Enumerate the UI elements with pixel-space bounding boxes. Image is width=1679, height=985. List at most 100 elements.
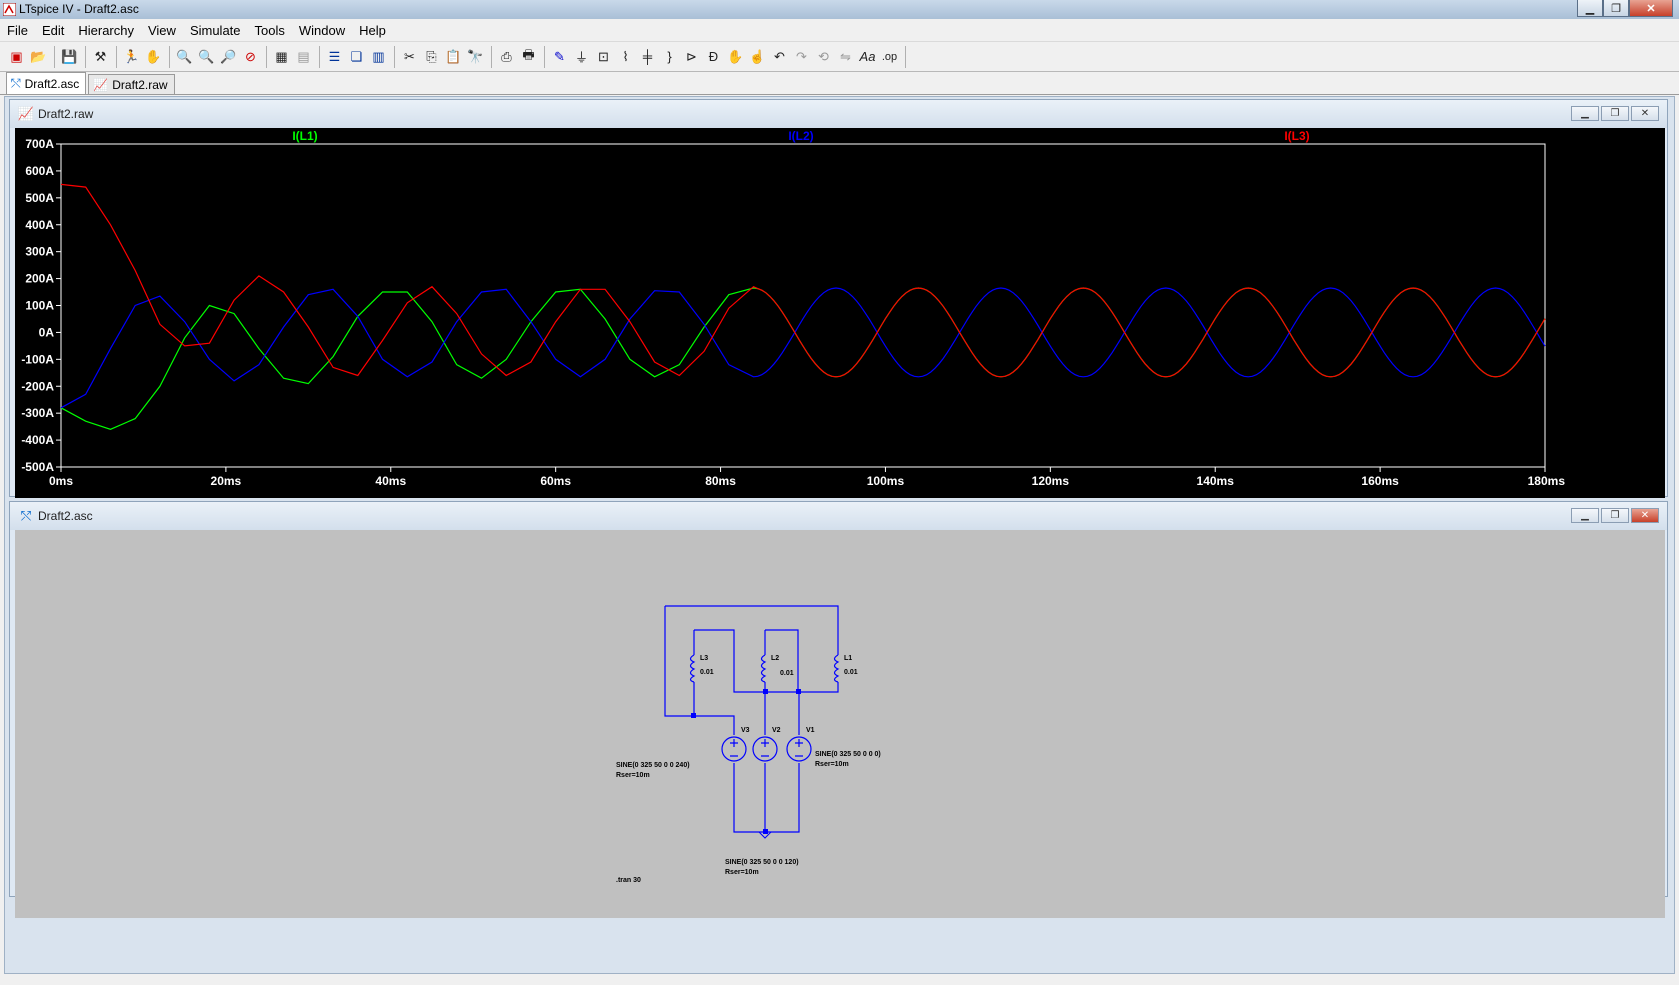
zoom-in-icon[interactable]: 🔍	[174, 46, 195, 67]
print-setup-icon[interactable]: ⎙	[496, 46, 517, 67]
cascade-icon[interactable]: ❏	[346, 46, 367, 67]
wire-icon[interactable]: ✎	[549, 46, 570, 67]
wires[interactable]	[664, 605, 839, 833]
inductor-l2[interactable]	[760, 654, 767, 683]
junction-dot	[763, 689, 768, 694]
mirror-icon[interactable]: ⇋	[835, 46, 856, 67]
tab-schematic[interactable]: ⤲ Draft2.asc	[6, 72, 87, 94]
schematic-window-title: Draft2.asc	[38, 509, 93, 523]
l1-ref: L1	[844, 655, 852, 662]
l3-value: 0.01	[700, 669, 714, 676]
tile-vertical-icon[interactable]: ▥	[368, 46, 389, 67]
open-icon[interactable]: 📂	[28, 46, 49, 67]
minimize-button[interactable]: ▁	[1577, 0, 1603, 17]
y-tick-label: 600A	[25, 164, 54, 178]
wire[interactable]	[694, 629, 799, 693]
toolbar: ▣ 📂 💾 ⚒ 🏃 ✋ 🔍 🔍 🔎 ⊘ ▦ ▤ ☰ ❏ ▥ ✂ ⎘ 📋 🔭 ⎙ …	[0, 42, 1679, 72]
l2-ref: L2	[771, 655, 779, 662]
menu-tools[interactable]: Tools	[248, 23, 292, 38]
new-schematic-icon[interactable]: ▣	[6, 46, 27, 67]
menu-file[interactable]: File	[0, 23, 35, 38]
print-icon[interactable]: 🖶	[518, 46, 539, 67]
zoom-out-icon[interactable]: 🔎	[218, 46, 239, 67]
v3-spec: SINE(0 325 50 0 0 240)	[616, 762, 690, 769]
save-icon[interactable]: 💾	[59, 46, 80, 67]
inductor-icon[interactable]: }	[659, 46, 680, 67]
l3-ref: L3	[700, 655, 708, 662]
capacitor-icon[interactable]: ╪	[637, 46, 658, 67]
legend-il2: I(L2)	[788, 129, 813, 143]
wire[interactable]	[693, 682, 735, 735]
wire[interactable]	[664, 606, 693, 717]
find-icon[interactable]: 🔭	[465, 46, 486, 67]
v2-rser: Rser=10m	[725, 869, 759, 876]
maximize-button[interactable]: ❐	[1603, 0, 1629, 17]
waveform-minimize-button[interactable]: ▁	[1571, 106, 1599, 121]
junction-dot	[763, 829, 768, 834]
x-tick-label: 140ms	[1197, 474, 1235, 488]
schematic-minimize-button[interactable]: ▁	[1571, 508, 1599, 523]
resistor-icon[interactable]: ⌇	[615, 46, 636, 67]
x-tick-label: 0ms	[49, 474, 73, 488]
tab-waveform[interactable]: 📈 Draft2.raw	[88, 74, 175, 94]
rotate-icon[interactable]: ⟲	[813, 46, 834, 67]
waveform-close-button[interactable]: ✕	[1631, 106, 1659, 121]
delete-waveform-icon[interactable]: ▤	[293, 46, 314, 67]
menu-help[interactable]: Help	[352, 23, 393, 38]
undo-icon[interactable]: ↶	[769, 46, 790, 67]
wire[interactable]	[798, 682, 839, 735]
redo-icon[interactable]: ↷	[791, 46, 812, 67]
schematic-icon: ⤲	[11, 76, 21, 90]
halt-icon[interactable]: ✋	[143, 46, 164, 67]
schematic-window-titlebar: ⤲ Draft2.asc ▁ ❐ ✕	[10, 502, 1667, 530]
ground-icon[interactable]: ⏚	[571, 46, 592, 67]
close-button[interactable]: ✕	[1629, 0, 1673, 17]
mdi-area: 📈 Draft2.raw ▁ ❐ ✕ 700A 600A 500A 400A 300A 2…	[4, 96, 1675, 974]
tile-horizontal-icon[interactable]: ☰	[324, 46, 345, 67]
copy-icon[interactable]: ⎘	[421, 46, 442, 67]
text-icon[interactable]: Aa	[857, 46, 878, 67]
menu-view[interactable]: View	[141, 23, 183, 38]
wire[interactable]	[765, 629, 799, 692]
waveform-icon: 📈	[17, 106, 35, 121]
y-tick-label: -400A	[21, 433, 54, 447]
wire[interactable]	[665, 605, 839, 655]
paste-icon[interactable]: 📋	[443, 46, 464, 67]
waveform-chart[interactable]: 700A 600A 500A 400A 300A 200A 100A 0A -100A -200A…	[15, 128, 1665, 498]
cut-icon[interactable]: ✂	[399, 46, 420, 67]
label-icon[interactable]: ⊡	[593, 46, 614, 67]
menu-hierarchy[interactable]: Hierarchy	[71, 23, 141, 38]
waveform-icon: 📈	[93, 77, 109, 92]
component-icon[interactable]: Ð	[703, 46, 724, 67]
waveform-plot[interactable]: 700A 600A 500A 400A 300A 200A 100A 0A -100A -200A…	[15, 128, 1665, 498]
menu-edit[interactable]: Edit	[35, 23, 71, 38]
run-icon[interactable]: 🏃	[121, 46, 142, 67]
control-panel-icon[interactable]: ⚒	[90, 46, 111, 67]
y-tick-label: 700A	[25, 137, 54, 151]
menu-bar: File Edit Hierarchy View Simulate Tools …	[0, 19, 1679, 42]
zoom-cancel-icon[interactable]: ⊘	[240, 46, 261, 67]
wire[interactable]	[733, 763, 800, 833]
y-tick-label: 300A	[25, 245, 54, 259]
menu-simulate[interactable]: Simulate	[183, 23, 248, 38]
v2-ref: V2	[772, 727, 781, 734]
schematic-restore-button[interactable]: ❐	[1601, 508, 1629, 523]
spice-directive-icon[interactable]: .op	[879, 46, 900, 67]
waveform-restore-button[interactable]: ❐	[1601, 106, 1629, 121]
waveform-window: 📈 Draft2.raw ▁ ❐ ✕ 700A 600A 500A 400A 300A 2…	[9, 99, 1668, 498]
menu-window[interactable]: Window	[292, 23, 352, 38]
diode-icon[interactable]: ⊳	[681, 46, 702, 67]
move-icon[interactable]: ✋	[725, 46, 746, 67]
schematic-canvas[interactable]: L3 0.01 L2 0.01 L1 0.01 V3 V2 V1 SINE(0 …	[15, 530, 1665, 918]
series-il2	[60, 287, 1546, 409]
legend-il3: I(L3)	[1284, 129, 1309, 143]
schematic-close-button[interactable]: ✕	[1631, 508, 1659, 523]
schematic-icon: ⤲	[20, 508, 32, 523]
x-tick-label: 20ms	[211, 474, 242, 488]
inductor-l3[interactable]	[689, 654, 696, 683]
drag-icon[interactable]: ☝	[747, 46, 768, 67]
autorange-icon[interactable]: ▦	[271, 46, 292, 67]
zoom-fit-icon[interactable]: 🔍	[196, 46, 217, 67]
schematic-drawing[interactable]: L3 0.01 L2 0.01 L1 0.01 V3 V2 V1 SINE(0 …	[15, 530, 1665, 918]
inductor-l1[interactable]	[833, 654, 840, 683]
